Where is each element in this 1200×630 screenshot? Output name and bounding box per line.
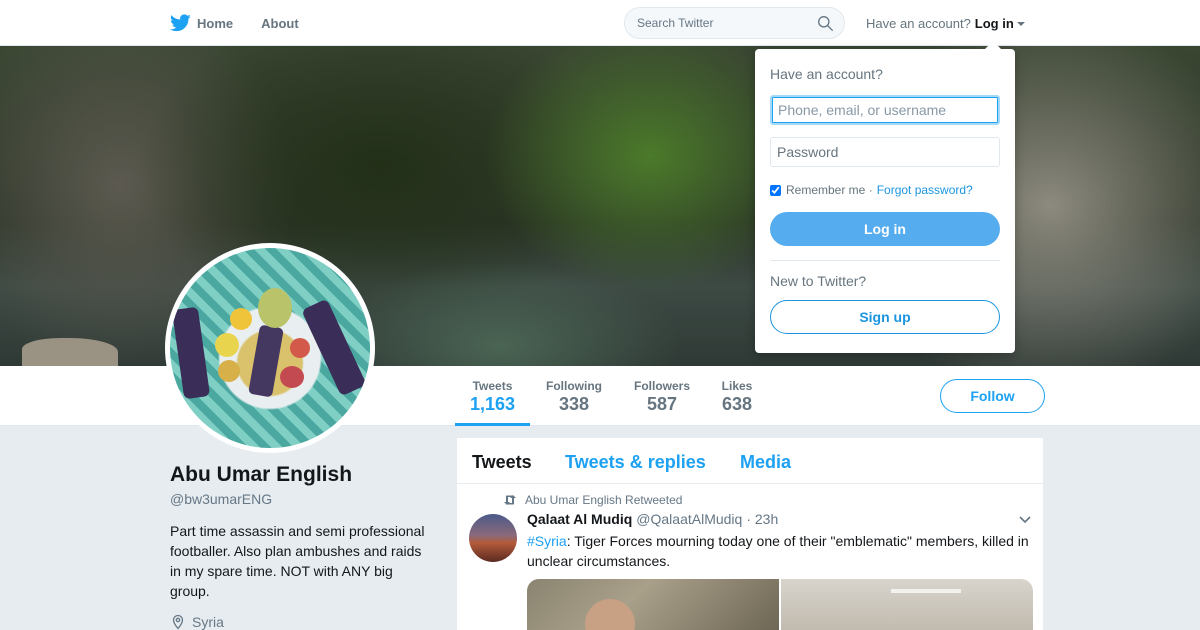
avatar-detail	[301, 298, 367, 397]
divider	[770, 260, 1000, 261]
tweet-author-handle[interactable]: @QalaatAlMudiq	[636, 511, 742, 527]
avatar-detail	[230, 308, 252, 330]
avatar-detail	[215, 333, 239, 357]
login-button[interactable]: Log in	[770, 212, 1000, 246]
avatar-detail	[258, 288, 292, 328]
profile-avatar[interactable]	[165, 243, 375, 453]
username-field[interactable]	[770, 95, 1000, 125]
login-toggle-label: Log in	[974, 16, 1014, 31]
new-to-twitter-text: New to Twitter?	[770, 273, 867, 289]
stat-label: Tweets	[472, 379, 513, 393]
stat-following[interactable]: Following 338	[540, 366, 608, 426]
tweet-text: #Syria: Tiger Forces mourning today one …	[527, 531, 1037, 571]
chevron-down-icon[interactable]	[1018, 515, 1032, 525]
twitter-bird-icon	[170, 14, 191, 32]
tweet-author-avatar[interactable]	[469, 514, 517, 562]
profile-name[interactable]: Abu Umar English	[170, 463, 352, 487]
profile-location: Syria	[170, 614, 224, 630]
remember-me-checkbox[interactable]	[770, 184, 781, 196]
stat-likes[interactable]: Likes 638	[715, 366, 759, 426]
avatar-detail	[218, 360, 240, 382]
hashtag-link[interactable]: #Syria	[527, 533, 567, 549]
follow-button[interactable]: Follow	[940, 379, 1045, 413]
top-navigation-bar: Home About Have an account? Log in	[0, 0, 1200, 46]
avatar-detail	[280, 366, 304, 388]
tweet-photo[interactable]	[781, 579, 1033, 630]
caret-down-icon	[1016, 21, 1025, 26]
tweet-timestamp[interactable]: · 23h	[746, 511, 778, 527]
avatar-detail	[171, 306, 211, 400]
remember-me-row: Remember me · Forgot password?	[770, 183, 973, 197]
password-field[interactable]	[770, 137, 1000, 167]
search-box[interactable]	[624, 7, 845, 39]
stat-value: 1,163	[469, 394, 516, 414]
stat-followers[interactable]: Followers 587	[628, 366, 696, 426]
stat-value: 338	[558, 394, 590, 414]
nav-home-label: Home	[197, 15, 234, 31]
retweet-icon	[504, 495, 516, 505]
stat-value: 587	[646, 394, 678, 414]
nav-home-link[interactable]: Home	[170, 14, 233, 32]
location-pin-icon	[172, 614, 184, 630]
search-icon[interactable]	[817, 15, 834, 32]
stat-value: 638	[721, 394, 753, 414]
stat-label: Likes	[721, 379, 753, 393]
tab-tweets-and-replies[interactable]: Tweets & replies	[565, 452, 706, 473]
retweet-context: Abu Umar English Retweeted	[503, 493, 682, 507]
photo-detail	[585, 599, 635, 630]
avatar-detail	[290, 338, 310, 358]
tweet-body: : Tiger Forces mourning today one of the…	[527, 533, 1029, 569]
login-dropdown: Have an account? Remember me · Forgot pa…	[755, 41, 1015, 353]
photo-detail	[891, 589, 961, 593]
tab-tweets[interactable]: Tweets	[472, 452, 532, 473]
stat-label: Followers	[633, 379, 690, 393]
profile-bio: Part time assassin and semi professional…	[170, 523, 425, 599]
banner-rock	[22, 338, 118, 366]
search-input[interactable]	[637, 16, 807, 30]
stat-label: Following	[546, 379, 602, 393]
account-menu: Have an account? Log in	[866, 16, 1025, 31]
forgot-password-link[interactable]: Forgot password?	[877, 183, 973, 197]
have-account-text: Have an account?	[866, 16, 971, 31]
login-heading: Have an account?	[770, 66, 883, 82]
tweet-author-name[interactable]: Qalaat Al Mudiq	[527, 511, 632, 527]
profile-handle[interactable]: @bw3umarENG	[170, 491, 272, 507]
tweet-media[interactable]	[527, 579, 1033, 630]
timeline: Tweets Tweets & replies Media Abu Umar E…	[456, 437, 1045, 630]
avatar-detail	[248, 324, 284, 398]
avatar-image	[170, 248, 370, 448]
tweet-header: Qalaat Al Mudiq @QalaatAlMudiq · 23h	[527, 511, 778, 527]
nav-about-link[interactable]: About	[261, 16, 299, 31]
tab-media[interactable]: Media	[740, 452, 791, 473]
stat-tweets[interactable]: Tweets 1,163	[455, 366, 530, 426]
tweet-photo[interactable]	[527, 579, 779, 630]
login-dropdown-toggle[interactable]: Log in	[975, 16, 1025, 31]
remember-me-label[interactable]: Remember me ·	[786, 183, 873, 197]
location-text: Syria	[192, 614, 224, 630]
timeline-tabs: Tweets Tweets & replies Media	[457, 438, 1045, 484]
retweet-text: Abu Umar English Retweeted	[525, 493, 683, 507]
nav-left: Home About	[170, 0, 327, 46]
signup-button[interactable]: Sign up	[770, 300, 1000, 334]
